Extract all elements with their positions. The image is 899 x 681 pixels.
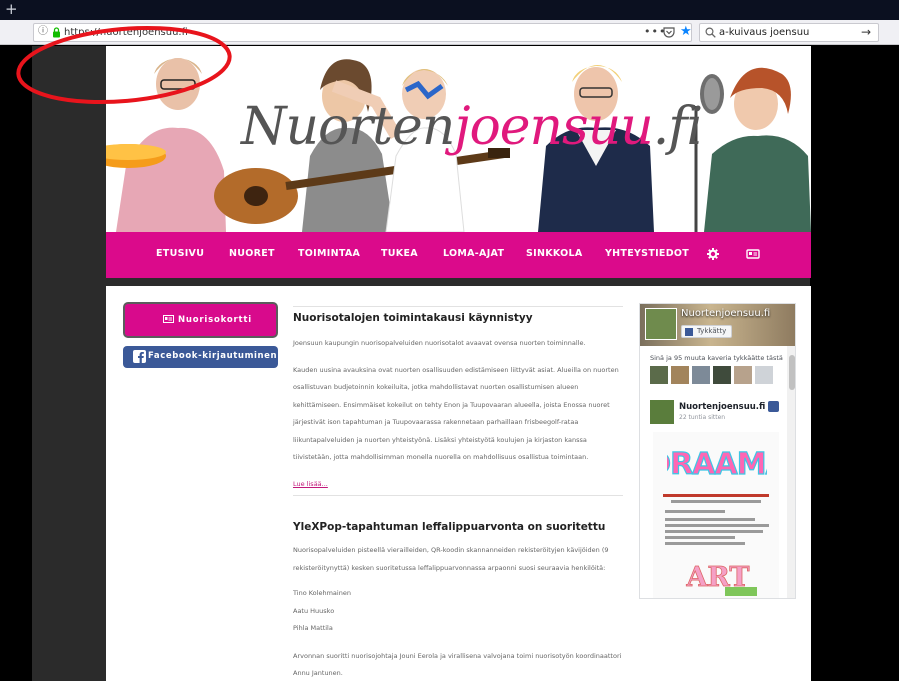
svg-text:DRAAMA: DRAAMA <box>667 447 767 482</box>
fb-post-avatar[interactable] <box>650 400 674 424</box>
poster-text-line <box>665 524 769 527</box>
facebook-login-label: Facebook-kirjautuminen <box>148 351 278 361</box>
content-area: Nuorisokortti Facebook-kirjautuminen Nuo… <box>106 286 811 681</box>
article-body: Nuorisopalveluiden pisteellä vierailleid… <box>293 546 609 572</box>
poster-text-line <box>665 518 755 521</box>
article-divider <box>293 495 623 496</box>
fb-page-name[interactable]: Nuortenjoensuu.fi <box>681 308 770 320</box>
facebook-icon <box>768 401 779 412</box>
article: Nuorisotalojen toimintakausi käynnistyy … <box>293 311 623 490</box>
header-banner: Nuortenjoensuu.fi <box>106 46 811 232</box>
web-page: Nuortenjoensuu.fi ETUSIVU NUORET TOIMINT… <box>0 46 899 681</box>
article-title[interactable]: Nuorisotalojen toimintakausi käynnistyy <box>293 311 623 325</box>
info-icon[interactable]: ⓘ <box>38 26 50 38</box>
logo-part-1: Nuorten <box>241 97 455 157</box>
article: YleXPop-tapahtuman leffalippuarvonta on … <box>293 520 623 681</box>
avatar[interactable] <box>713 366 731 384</box>
browser-window: + ⓘ https://nuortenjoensuu.fi ••• ★ a-ku… <box>0 0 899 681</box>
menu-item-yhteystiedot[interactable]: YHTEYSTIEDOT <box>605 248 689 260</box>
avatar[interactable] <box>650 366 668 384</box>
navigation-bar: ⓘ https://nuortenjoensuu.fi ••• ★ a-kuiv… <box>0 20 899 45</box>
fb-cover-photo: Nuortenjoensuu.fi Tykkätty <box>640 304 795 346</box>
logo-part-2: joensuu <box>454 97 653 157</box>
list-item: Aatu Huusko <box>293 606 335 615</box>
logo-part-3: .fi <box>652 97 703 157</box>
avatar[interactable] <box>692 366 710 384</box>
search-input[interactable]: a-kuivaus joensuu <box>719 26 809 40</box>
fb-scroll-thumb[interactable] <box>789 355 795 390</box>
new-tab-button[interactable]: + <box>5 1 18 17</box>
article-divider <box>293 306 623 307</box>
nuorisokortti-label: Nuorisokortti <box>178 315 252 325</box>
person-1 <box>106 58 226 232</box>
address-bar[interactable]: ⓘ https://nuortenjoensuu.fi ••• ★ <box>33 23 692 42</box>
poster-text-line <box>665 510 725 513</box>
tab-strip: + <box>0 0 899 20</box>
article-title[interactable]: YleXPop-tapahtuman leffalippuarvonta on … <box>293 520 623 534</box>
fb-post-image[interactable]: DRAAMA ART <box>653 432 779 598</box>
facebook-login-button[interactable]: Facebook-kirjautuminen <box>123 346 278 368</box>
fb-friends-text: Sinä ja 95 muuta kaveria tykkäätte tästä <box>650 354 783 362</box>
art-poster-title: ART <box>685 562 757 596</box>
search-icon <box>705 27 716 38</box>
search-go-button[interactable]: → <box>861 25 871 39</box>
article-body: Kauden uusina avauksina ovat nuorten osa… <box>293 365 619 462</box>
fb-post-time[interactable]: 22 tuntia sitten <box>679 414 725 422</box>
fb-like-button[interactable]: Tykkätty <box>681 325 733 338</box>
lock-icon <box>53 27 60 38</box>
facebook-page-widget: Nuortenjoensuu.fi Tykkätty Sinä ja 95 mu… <box>639 303 796 599</box>
article-closing: Arvonnan suoritti nuorisojohtaja Jouni E… <box>293 651 622 678</box>
poster-text-line <box>665 542 745 545</box>
poster-text-line <box>665 536 735 539</box>
menu-item-loma-ajat[interactable]: LOMA-AJAT <box>443 248 504 260</box>
menu-item-nuoret[interactable]: NUORET <box>229 248 275 260</box>
menu-item-etusivu[interactable]: ETUSIVU <box>156 248 204 260</box>
avatar[interactable] <box>671 366 689 384</box>
menu-item-sinkkola[interactable]: SINKKOLA <box>526 248 583 260</box>
avatar[interactable] <box>734 366 752 384</box>
pocket-icon[interactable] <box>663 27 675 38</box>
poster-text-line <box>671 500 761 503</box>
fb-post-author[interactable]: Nuortenjoensuu.fi <box>679 402 765 412</box>
gear-icon[interactable] <box>706 247 720 261</box>
menu-item-tukea[interactable]: TUKEA <box>381 248 418 260</box>
id-card-icon[interactable] <box>746 247 760 261</box>
fb-friend-faces <box>650 366 780 384</box>
drama-poster-title: DRAAMA <box>667 446 767 482</box>
read-more-link[interactable]: Lue lisää... <box>293 478 623 490</box>
main-menu: ETUSIVU NUORET TOIMINTAA TUKEA LOMA-AJAT… <box>106 232 811 278</box>
poster-text-line <box>663 494 769 497</box>
id-card-icon <box>163 315 174 323</box>
page-margin <box>810 46 899 681</box>
list-item: Tino Kolehmainen <box>293 589 351 597</box>
fb-page-avatar[interactable] <box>645 308 677 340</box>
avatar[interactable] <box>755 366 773 384</box>
site-logo[interactable]: Nuortenjoensuu.fi <box>241 96 703 158</box>
facebook-icon <box>133 350 146 363</box>
fb-like-label: Tykkätty <box>697 327 727 335</box>
url-text: https://nuortenjoensuu.fi <box>64 27 188 38</box>
menu-item-toimintaa[interactable]: TOIMINTAA <box>298 248 360 260</box>
winners-list: Tino Kolehmainen Aatu Huusko Pihla Matti… <box>293 585 623 638</box>
article-intro: Joensuun kaupungin nuorisopalveluiden nu… <box>293 339 586 347</box>
list-item: Pihla Mattila <box>293 624 333 632</box>
fb-post: Nuortenjoensuu.fi 22 tuntia sitten DRAAM… <box>645 392 785 598</box>
search-bar[interactable]: a-kuivaus joensuu → <box>699 23 879 42</box>
facebook-icon <box>685 328 693 336</box>
poster-text-line <box>665 530 763 533</box>
bookmark-star-icon[interactable]: ★ <box>680 24 692 40</box>
nuorisokortti-button[interactable]: Nuorisokortti <box>123 302 278 338</box>
fb-scrollbar[interactable] <box>787 346 795 598</box>
person-5 <box>694 67 811 232</box>
